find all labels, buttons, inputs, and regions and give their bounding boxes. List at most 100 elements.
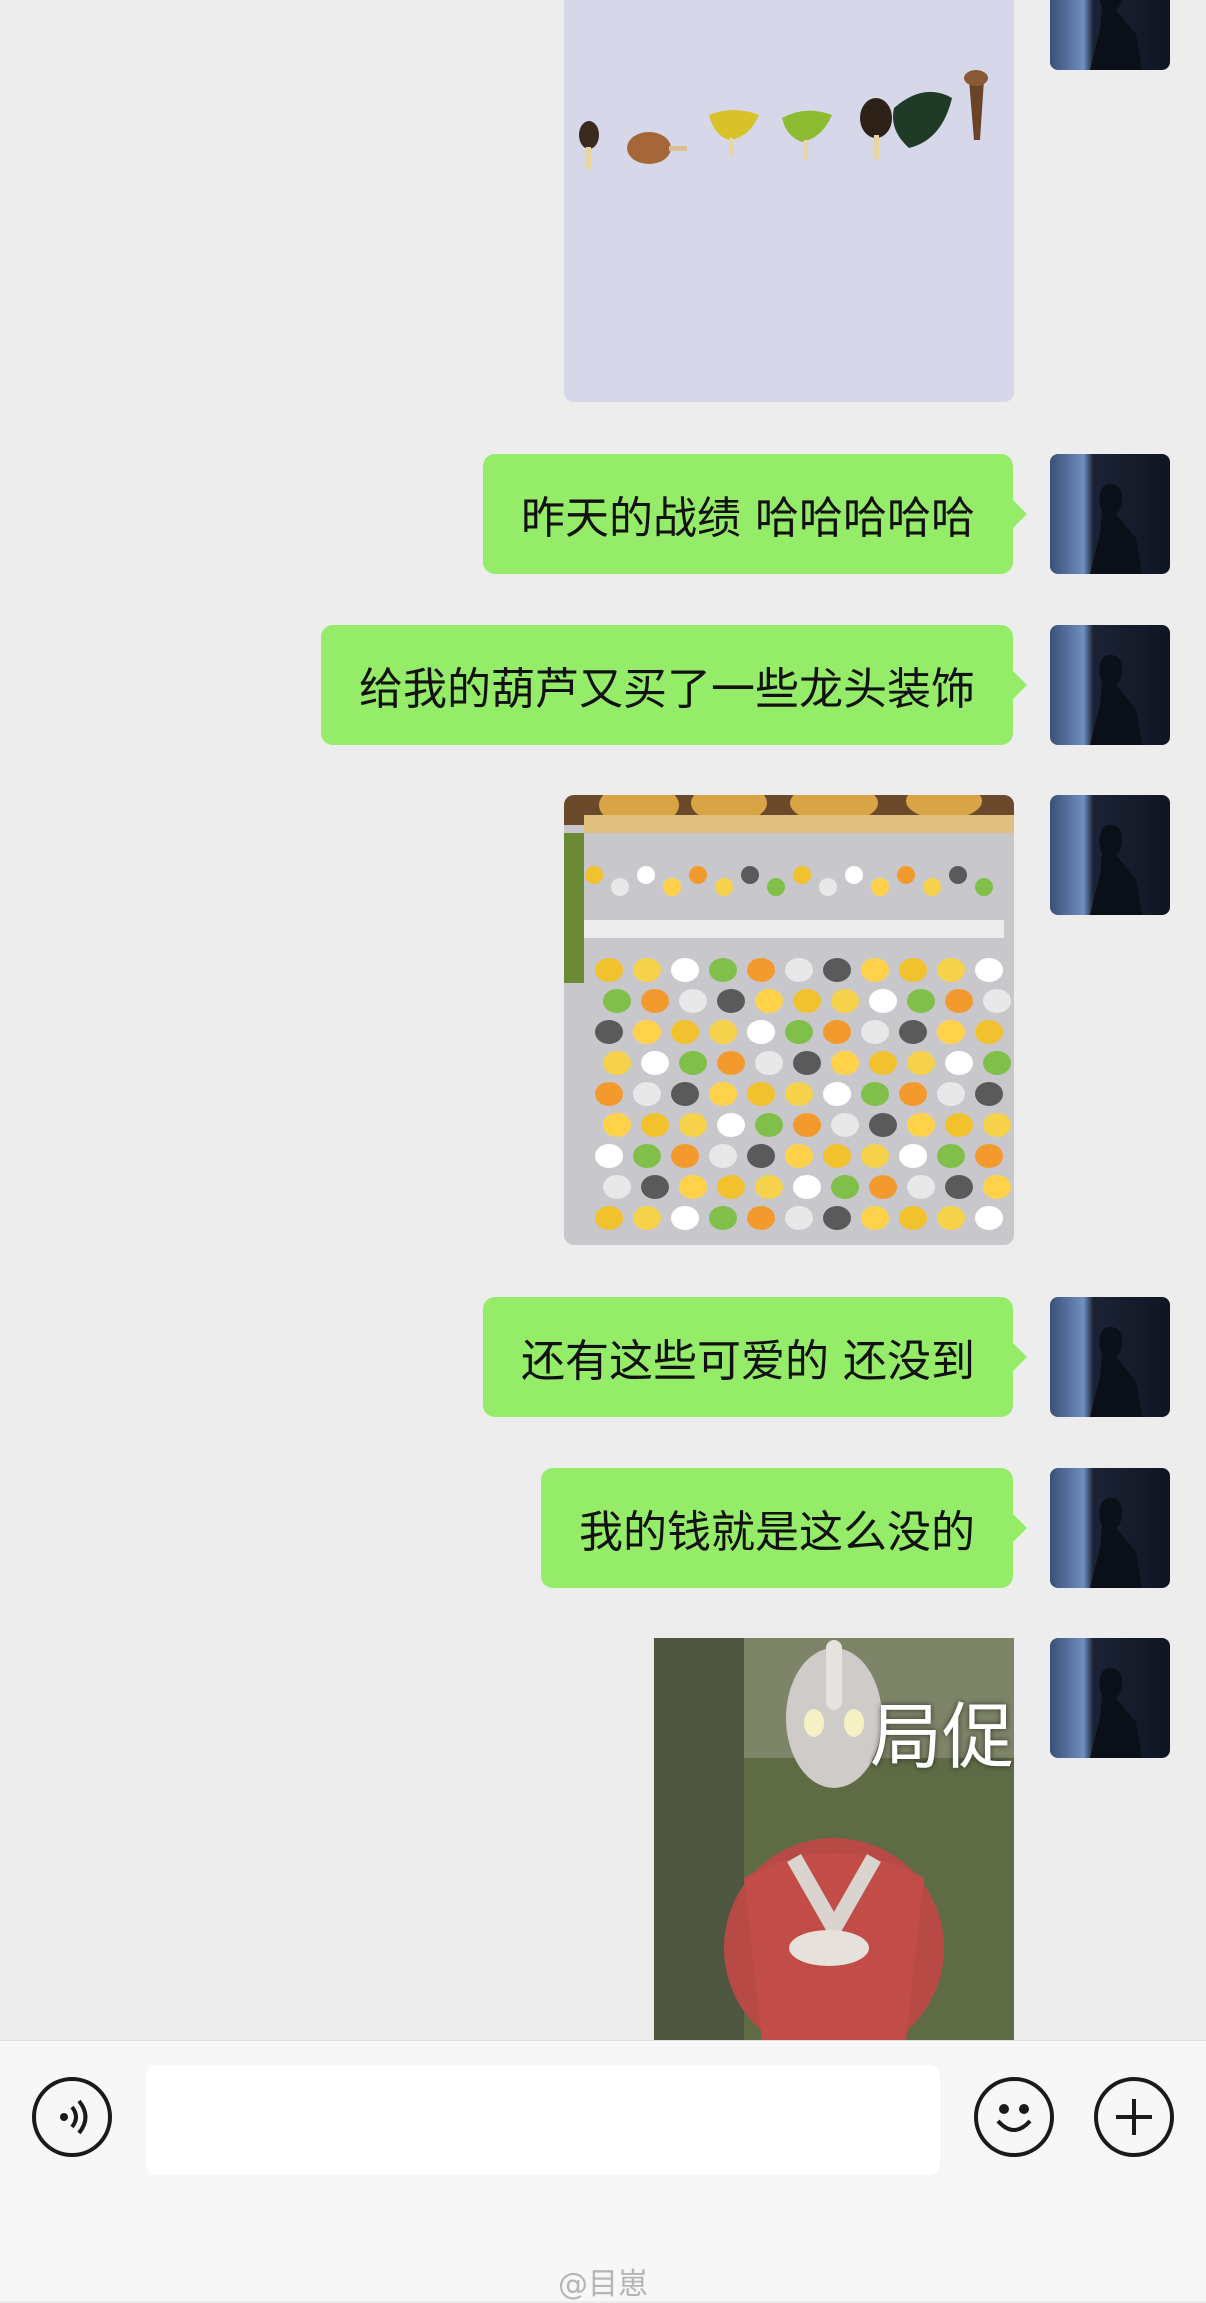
figurine — [937, 1144, 965, 1168]
avatar[interactable] — [1050, 1638, 1170, 1758]
figurine — [945, 989, 973, 1013]
figurine — [831, 989, 859, 1013]
figurine — [595, 1082, 623, 1106]
figurine — [907, 1113, 935, 1137]
figurine — [899, 1020, 927, 1044]
figurine — [869, 1051, 897, 1075]
message-text: 还有这些可爱的 还没到 — [521, 1336, 975, 1387]
figurine — [975, 958, 1003, 982]
chat-area[interactable]: 昨天的战绩 哈哈哈哈哈 给我的葫芦又买了一些龙头装饰 还有这些可爱的 还没到 我… — [0, 0, 1206, 2040]
figurine — [747, 958, 775, 982]
figurine — [595, 1020, 623, 1044]
figurine — [785, 958, 813, 982]
figurine — [747, 1144, 775, 1168]
figurine — [945, 1113, 973, 1137]
avatar[interactable] — [1050, 0, 1170, 70]
figurine — [975, 1206, 1003, 1230]
figurine — [861, 1144, 889, 1168]
figurine — [709, 1020, 737, 1044]
figurine — [823, 1020, 851, 1044]
figurine — [641, 1175, 669, 1199]
figurine — [793, 1051, 821, 1075]
figurine — [861, 1020, 889, 1044]
figurine — [861, 1082, 889, 1106]
message-input[interactable] — [146, 2065, 940, 2175]
figurine — [923, 878, 941, 896]
figurine — [975, 1144, 1003, 1168]
message-bubble[interactable]: 还有这些可爱的 还没到 — [483, 1297, 1027, 1417]
figurine — [767, 878, 785, 896]
figurine — [709, 1082, 737, 1106]
voice-icon[interactable] — [32, 2077, 112, 2157]
figurine — [679, 1113, 707, 1137]
figurine — [899, 1206, 927, 1230]
avatar[interactable] — [1050, 625, 1170, 745]
avatar[interactable] — [1050, 1297, 1170, 1417]
watermark: @目崽 — [558, 2267, 648, 2302]
figurine — [907, 989, 935, 1013]
figurine — [785, 1206, 813, 1230]
message-bubble[interactable]: 昨天的战绩 哈哈哈哈哈 — [483, 454, 1027, 574]
figurine — [899, 1082, 927, 1106]
figurine — [747, 1082, 775, 1106]
figurine — [633, 1206, 661, 1230]
plus-icon[interactable] — [1094, 2077, 1174, 2157]
avatar[interactable] — [1050, 1468, 1170, 1588]
figurine — [861, 958, 889, 982]
figurine — [709, 1206, 737, 1230]
figurine — [633, 1082, 661, 1106]
figurine — [949, 866, 967, 884]
figurine — [945, 1175, 973, 1199]
figurine — [819, 878, 837, 896]
figurine — [907, 1051, 935, 1075]
figurine — [937, 1206, 965, 1230]
figurine — [603, 989, 631, 1013]
figurine — [869, 989, 897, 1013]
figurine — [983, 1113, 1011, 1137]
message-image-ornaments[interactable] — [564, 0, 1014, 402]
figurine — [671, 958, 699, 982]
figurine — [755, 1113, 783, 1137]
figurine — [785, 1144, 813, 1168]
figurine — [869, 1113, 897, 1137]
figurine — [585, 866, 603, 884]
figurine — [785, 1082, 813, 1106]
message-text: 给我的葫芦又买了一些龙头装饰 — [359, 664, 975, 715]
message-image-figurines[interactable] — [564, 795, 1014, 1245]
figurine — [845, 866, 863, 884]
figurine — [689, 866, 707, 884]
figurine — [975, 1082, 1003, 1106]
figurine — [907, 1175, 935, 1199]
figurine — [717, 1113, 745, 1137]
figurine — [633, 1144, 661, 1168]
figurine — [793, 989, 821, 1013]
message-bubble[interactable]: 我的钱就是这么没的 — [541, 1468, 1027, 1588]
figurine — [679, 1175, 707, 1199]
figurine — [937, 1082, 965, 1106]
figurine — [641, 989, 669, 1013]
figurine — [633, 958, 661, 982]
figurine — [637, 866, 655, 884]
figurine — [823, 1206, 851, 1230]
figurine — [975, 878, 993, 896]
figurine — [741, 866, 759, 884]
figurine — [679, 989, 707, 1013]
avatar[interactable] — [1050, 795, 1170, 915]
message-image-meme[interactable]: 局促 — [654, 1638, 1014, 2040]
figurine — [633, 1020, 661, 1044]
figurine — [595, 1144, 623, 1168]
figurine — [641, 1051, 669, 1075]
figurine — [785, 1020, 813, 1044]
message-text: 昨天的战绩 哈哈哈哈哈 — [521, 493, 975, 544]
message-text: 我的钱就是这么没的 — [579, 1507, 975, 1558]
emoji-icon[interactable] — [974, 2077, 1054, 2157]
figurine — [945, 1051, 973, 1075]
figurine — [679, 1051, 707, 1075]
figurine — [983, 1051, 1011, 1075]
avatar[interactable] — [1050, 454, 1170, 574]
figurine — [871, 878, 889, 896]
figurine — [831, 1051, 859, 1075]
figurine — [869, 1175, 897, 1199]
figurine — [603, 1113, 631, 1137]
message-bubble[interactable]: 给我的葫芦又买了一些龙头装饰 — [321, 625, 1027, 745]
